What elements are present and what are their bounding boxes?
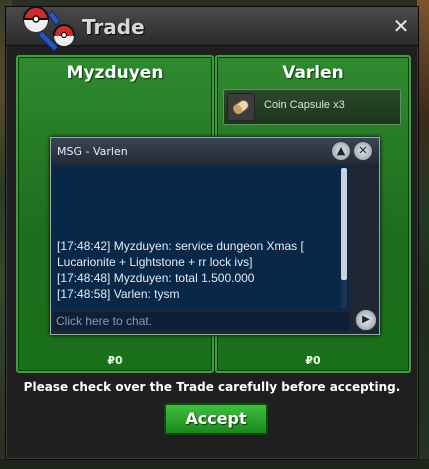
trade-item-label: Coin Capsule x3 xyxy=(264,99,345,111)
coin-capsule-icon xyxy=(227,93,255,121)
close-icon: ✕ xyxy=(392,14,410,38)
chat-title-bar[interactable]: MSG - Varlen ▲ ✕ xyxy=(51,138,379,164)
my-trade-money: ₽0 xyxy=(107,354,123,367)
my-trade-name: Myzduyen xyxy=(66,63,164,83)
trade-title-bar[interactable]: Trade ✕ xyxy=(6,6,418,52)
close-icon: ✕ xyxy=(358,144,368,157)
close-trade-button[interactable]: ✕ xyxy=(390,15,412,37)
chat-scroll-thumb[interactable] xyxy=(341,168,347,280)
chat-scrollbar[interactable] xyxy=(341,168,347,308)
play-icon: ▶ xyxy=(362,314,370,325)
game-background-bottom xyxy=(0,459,429,469)
chat-input[interactable]: Click here to chat. xyxy=(53,312,349,330)
trade-notice: Please check over the Trade carefully be… xyxy=(23,380,401,394)
accept-button[interactable]: Accept xyxy=(164,403,268,435)
chat-window: MSG - Varlen ▲ ✕ [17:48:42] Myzduyen: se… xyxy=(50,137,380,335)
chevron-up-icon: ▲ xyxy=(336,144,346,157)
chat-title: MSG - Varlen xyxy=(57,145,128,158)
chat-log: [17:48:42] Myzduyen: service dungeon Xma… xyxy=(53,166,349,310)
pokeball-logo-icon xyxy=(23,6,75,52)
chat-line: [17:48:58] Varlen: tysm xyxy=(57,287,180,301)
chat-line: [17:48:42] Myzduyen: service dungeon Xma… xyxy=(57,239,304,269)
chat-minimize-button[interactable]: ▲ xyxy=(331,141,351,161)
partner-trade-name: Varlen xyxy=(282,63,344,83)
trade-item-slot[interactable]: Coin Capsule x3 xyxy=(223,89,401,125)
chat-send-button[interactable]: ▶ xyxy=(355,309,377,331)
chat-line: [17:48:48] Myzduyen: total 1.500.000 xyxy=(57,271,255,285)
partner-trade-money: ₽0 xyxy=(305,354,321,367)
trade-title: Trade xyxy=(82,15,145,39)
chat-close-button[interactable]: ✕ xyxy=(353,141,373,161)
chat-lines: [17:48:42] Myzduyen: service dungeon Xma… xyxy=(57,238,347,302)
